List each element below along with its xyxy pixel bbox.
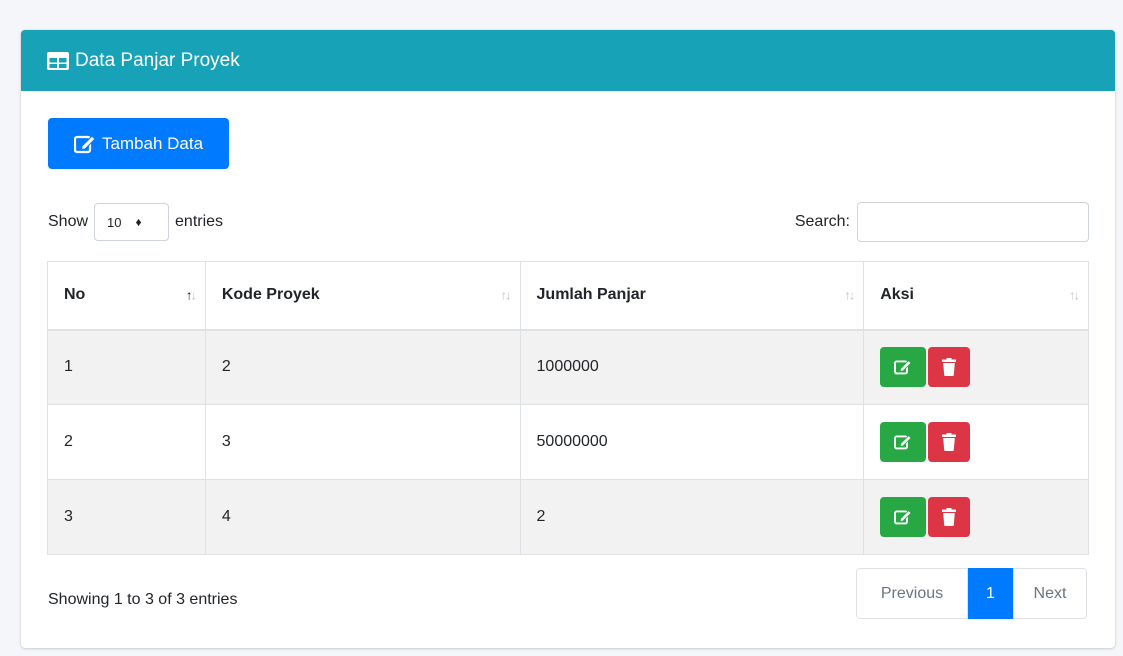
trash-icon <box>942 508 957 526</box>
edit-button[interactable] <box>880 422 927 462</box>
search-label: Search: <box>794 213 850 230</box>
cell-aksi <box>863 479 1089 555</box>
column-label: Aksi <box>880 286 914 304</box>
pagination: Previous 1 Next <box>856 568 1087 619</box>
column-label: Kode Proyek <box>221 286 320 304</box>
edit-icon <box>894 360 912 375</box>
entries-select-value: 10 <box>107 214 122 230</box>
edit-button[interactable] <box>880 497 927 537</box>
card-title: Data Panjar Proyek <box>75 49 240 71</box>
cell-aksi <box>863 329 1089 405</box>
delete-button[interactable] <box>928 497 971 537</box>
table-icon <box>47 51 69 70</box>
sort-icon: ↑↓ <box>1069 287 1080 303</box>
show-label: Show <box>48 213 89 230</box>
add-data-label: Tambah Data <box>101 133 204 153</box>
table-row: 3 4 2 <box>47 479 1089 555</box>
edit-icon <box>894 510 912 525</box>
column-header-kode-proyek[interactable]: Kode Proyek ↑↓ <box>204 261 521 331</box>
select-arrow-icon: ♦ <box>135 215 142 229</box>
edit-icon <box>73 134 96 154</box>
cell-kode-proyek: 4 <box>204 479 521 555</box>
trash-icon <box>942 433 957 451</box>
cell-kode-proyek: 3 <box>204 404 521 480</box>
column-label: Jumlah Panjar <box>536 286 646 304</box>
edit-button[interactable] <box>880 347 927 388</box>
sort-icon: ↑↓ <box>500 287 512 303</box>
search-control: Search: <box>795 202 1089 242</box>
table-header-row: No ↑↓ Kode Proyek ↑↓ Jumlah Panjar ↑↓ Ak… <box>47 261 1089 331</box>
cell-kode-proyek: 2 <box>204 329 521 405</box>
cell-no: 2 <box>47 404 206 480</box>
page-1-button[interactable]: 1 <box>968 568 1013 619</box>
sort-icon: ↑↓ <box>844 287 855 303</box>
table-info: Showing 1 to 3 of 3 entries <box>48 591 238 608</box>
cell-aksi <box>863 404 1089 480</box>
entries-label: entries <box>175 213 224 230</box>
trash-icon <box>942 358 957 377</box>
delete-button[interactable] <box>928 422 971 462</box>
column-header-jumlah-panjar[interactable]: Jumlah Panjar ↑↓ <box>519 261 865 331</box>
cell-jumlah-panjar: 50000000 <box>519 404 865 480</box>
add-data-button[interactable]: Tambah Data <box>48 118 229 169</box>
next-page-button[interactable]: Next <box>1013 568 1087 619</box>
previous-page-button[interactable]: Previous <box>856 568 968 619</box>
sort-ascending-icon: ↑↓ <box>185 287 197 303</box>
delete-button[interactable] <box>928 347 971 388</box>
edit-icon <box>894 435 912 450</box>
entries-select[interactable]: 10 ♦ <box>94 203 170 241</box>
column-header-no[interactable]: No ↑↓ <box>47 261 206 331</box>
table-row: 1 2 1000000 <box>47 329 1089 405</box>
column-header-aksi[interactable]: Aksi ↑↓ <box>863 261 1089 331</box>
data-table: No ↑↓ Kode Proyek ↑↓ Jumlah Panjar ↑↓ Ak… <box>47 261 1089 555</box>
card-header: Data Panjar Proyek <box>21 30 1115 91</box>
cell-no: 1 <box>47 329 206 405</box>
cell-jumlah-panjar: 1000000 <box>519 329 865 405</box>
search-input[interactable] <box>857 202 1089 242</box>
data-card: Data Panjar Proyek Tambah Data Show 10 ♦… <box>21 30 1115 648</box>
column-label: No <box>64 286 86 304</box>
entries-length-control: Show 10 ♦ entries <box>48 202 223 242</box>
cell-jumlah-panjar: 2 <box>519 479 865 555</box>
table-row: 2 3 50000000 <box>47 404 1089 480</box>
cell-no: 3 <box>47 479 206 555</box>
